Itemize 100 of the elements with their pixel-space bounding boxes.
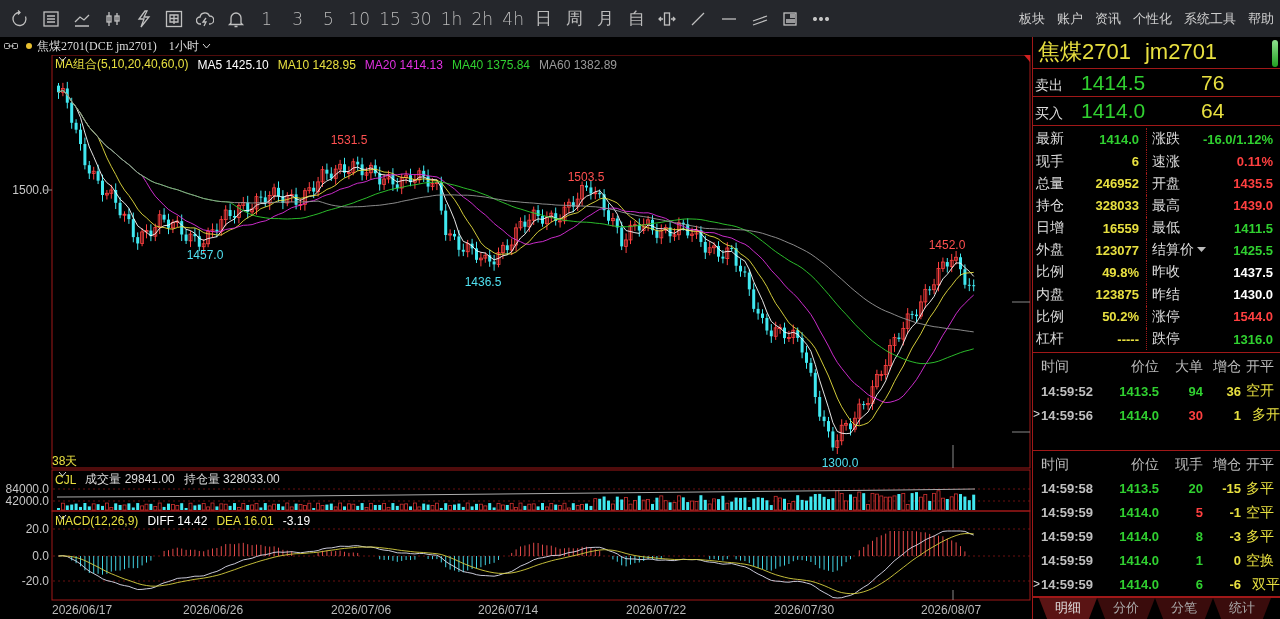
axis-label: 84000.0 [5,482,49,496]
menu-item[interactable]: 个性化 [1133,9,1172,28]
column-header: 大单 [1174,358,1203,377]
menu-item[interactable]: 账户 [1057,9,1083,28]
macd-reading: DIFF 14.42 [147,514,208,528]
period-button[interactable]: 月 [590,4,621,33]
stat-label: 外盘 [1036,241,1064,260]
price-label: 1300.0 [821,456,859,470]
stat-label: 昨收 [1152,263,1180,282]
volume-reading: 持仓量 328033.00 [183,471,280,488]
period-button[interactable]: 2h [466,4,498,33]
date-label: 2026/08/07 [921,603,982,617]
indicator-dropdown[interactable]: CJL [55,472,77,487]
axis-label: 0.0 [32,549,49,563]
period-button[interactable]: 5 [312,4,344,33]
time-cell-text: 14:59:59 [1041,505,1095,521]
position-change-cell-text: -15 [1221,481,1241,497]
stat-value: ----- [1117,331,1139,347]
period-button[interactable]: 1h [436,4,467,33]
menu-item[interactable]: 系统工具 [1184,9,1236,28]
macd-reading: -3.19 [282,514,311,528]
volume-cell-text: 6 [1194,577,1203,593]
moving-average-value: MA20 1414.13 [364,57,443,72]
time-cell-text: 14:59:52 [1041,383,1095,399]
period-button[interactable]: 30 [405,4,437,33]
stat-value: 246952 [1095,176,1139,192]
moving-average-value: MA10 1428.95 [277,57,356,72]
period-button[interactable]: 10 [343,4,375,33]
stat-value: 123077 [1095,242,1139,258]
menu-item[interactable]: 板块 [1019,9,1045,28]
instrument-code: jm2701 [1144,39,1218,66]
price-cell-text: 1414.0 [1118,553,1159,569]
trade-type-cell-text: 空开 [1245,382,1275,401]
volume-cell-text: 1 [1194,553,1203,569]
stat-value: 1435.5 [1233,176,1273,192]
price-cell-text: 1413.5 [1118,383,1159,399]
period-button[interactable]: 1 [251,4,283,33]
column-header: 时间 [1041,455,1070,474]
bar-count-label: 38天 [52,454,78,468]
stat-label: 最低 [1152,219,1180,238]
menu-item[interactable]: 帮助 [1248,9,1274,28]
time-cell-text: 14:59:56 [1041,407,1095,423]
stat-value: -16.0/1.12% [1202,131,1273,147]
period-button[interactable]: 自 [620,4,652,33]
price-label: 1457.0 [186,248,224,262]
volume-reading: 成交量 29841.00 [85,471,175,488]
period-button[interactable]: 3 [282,4,313,33]
volume-cell-text: 94 [1187,383,1203,399]
stat-value: 328033 [1095,198,1139,214]
price-label: 1452.0 [928,238,966,252]
price-cell-text: 1414.0 [1118,505,1159,521]
stat-value: 50.2% [1102,309,1139,325]
indicator-dropdown[interactable]: MACD(12,26,9) [55,514,139,528]
moving-average-value: MA5 1425.10 [197,57,269,72]
price-cell-text: 1414.0 [1118,577,1159,593]
date-label: 2026/07/30 [774,603,835,617]
stat-value: 6 [1131,154,1139,169]
stat-value: 1544.0 [1233,309,1273,325]
column-header: 价位 [1130,358,1159,377]
stat-label: 开盘 [1152,174,1180,193]
position-change-cell-text: -6 [1228,577,1241,593]
panel-tab[interactable]: 统计 [1213,597,1271,619]
axis-label: 1500.0 [12,183,49,197]
column-header: 价位 [1130,455,1159,474]
panel-tab[interactable]: 明细 [1039,597,1097,619]
stat-label: 日增 [1036,219,1064,238]
column-header: 增仓 [1212,455,1241,474]
ask-volume: 76 [1200,70,1226,95]
period-button[interactable]: 4h [497,4,529,33]
stat-label: 内盘 [1036,285,1064,304]
menu-item[interactable]: 资讯 [1095,9,1121,28]
column-header: 开平 [1245,455,1275,474]
stat-label: 杠杆 [1036,330,1064,348]
volume-cell-text: 8 [1194,529,1203,545]
panel-tab[interactable]: 分笔 [1155,597,1213,619]
trade-type-cell-text: 空平 [1245,503,1275,522]
axis-label: 42000.0 [5,494,49,508]
stat-label: 昨结 [1152,285,1180,304]
trade-type-cell-text: 空换 [1245,551,1275,570]
axis-label: -20.0 [21,574,49,588]
period-button[interactable]: 周 [559,4,591,33]
date-label: 2026/07/14 [478,603,539,617]
column-header: 现手 [1174,455,1203,474]
stat-value: 1437.5 [1233,264,1273,280]
volume-cell-text: 30 [1187,407,1203,423]
date-label: 2026/06/17 [52,603,113,617]
column-header: 时间 [1041,358,1070,377]
macd-reading: DEA 16.01 [216,514,274,528]
instrument-title: 焦煤2701(DCE jm2701) [37,37,157,55]
time-cell-text: 14:59:59 [1041,529,1095,545]
period-dropdown[interactable]: 1小时 [168,37,215,55]
bid-price: 1414.0 [1081,99,1147,124]
period-button[interactable]: 15 [374,4,406,33]
trade-type-cell-text: 多开 [1251,406,1280,425]
indicator-dropdown[interactable]: MA组合(5,10,20,40,60,0) [55,56,189,73]
time-cell-text: 14:59:59 [1041,577,1095,593]
moving-average-value: MA40 1375.84 [451,57,530,72]
period-button[interactable]: 日 [528,4,560,33]
position-change-cell-text: -3 [1228,529,1241,545]
panel-tab[interactable]: 分价 [1097,597,1155,619]
